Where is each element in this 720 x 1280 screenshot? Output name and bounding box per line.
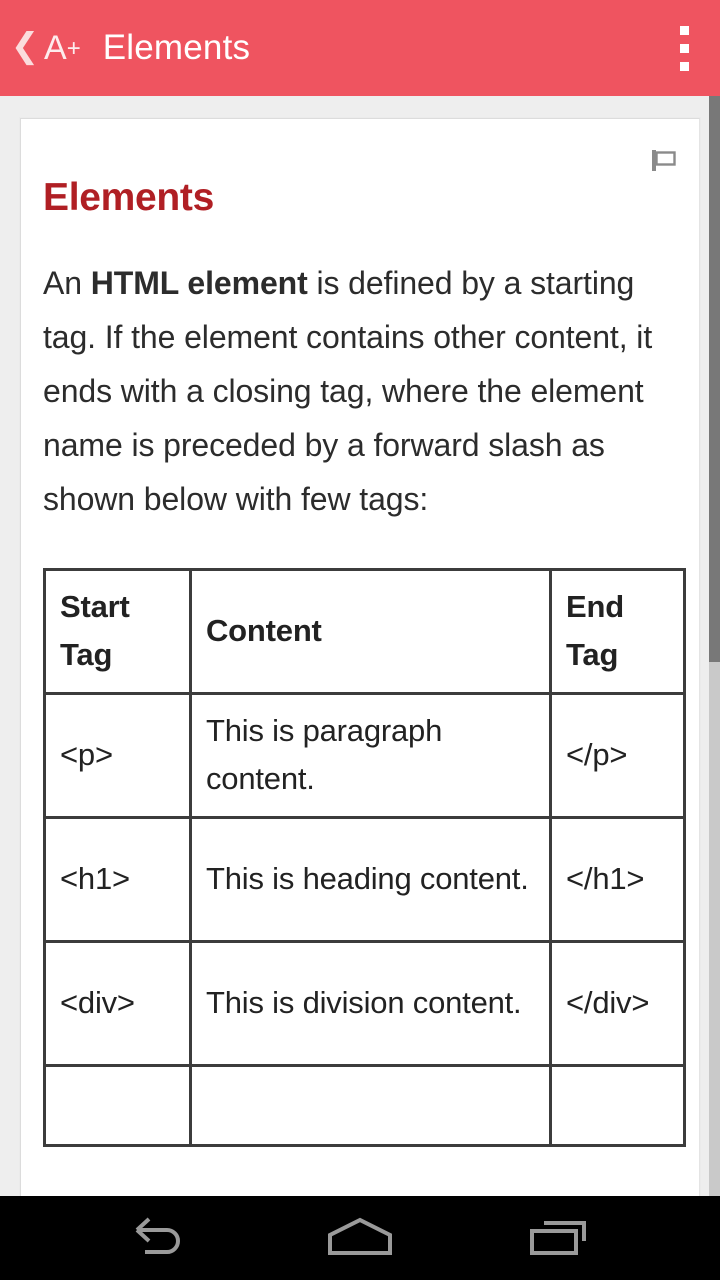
page-title: Elements — [102, 28, 251, 67]
vertical-scrollbar-track[interactable] — [709, 96, 720, 1196]
article-body: Elements An HTML element is defined by a… — [21, 119, 699, 1147]
paragraph-rest: is defined by a starting tag. If the ele… — [43, 264, 653, 517]
cell-start-tag — [43, 1063, 192, 1147]
font-size-button[interactable]: A+ — [44, 29, 81, 68]
table-header-end-tag: End Tag — [549, 567, 686, 695]
table-header-start-tag: Start Tag — [43, 567, 192, 695]
table-header-row: Start Tag Content End Tag — [43, 567, 686, 695]
back-chevron-icon[interactable]: ❮ — [8, 29, 42, 67]
nav-home-icon[interactable] — [300, 1196, 420, 1280]
system-navigation-bar — [0, 1196, 720, 1280]
cell-content: This is division content. — [189, 939, 552, 1067]
table-row: <h1> This is heading content. </h1> — [43, 815, 686, 943]
overflow-dot-2 — [679, 43, 689, 53]
article-card: Elements An HTML element is defined by a… — [20, 118, 700, 1196]
paragraph-bold-term: HTML element — [90, 264, 308, 301]
cell-content — [189, 1063, 552, 1147]
article-heading: Elements — [43, 176, 215, 219]
overflow-dot-1 — [679, 25, 689, 35]
cell-end-tag — [549, 1063, 686, 1147]
table-row: <div> This is division content. </div> — [43, 939, 686, 1067]
tags-table-head: Start Tag Content End Tag — [43, 567, 686, 695]
cell-start-tag: <h1> — [43, 815, 192, 943]
article-paragraph: An HTML element is defined by a starting… — [43, 256, 677, 526]
table-row — [43, 1063, 686, 1147]
nav-back-icon[interactable] — [100, 1196, 220, 1280]
app-bar: ❮ A+ Elements — [0, 0, 720, 96]
overflow-menu-icon[interactable] — [670, 11, 698, 85]
cell-content: This is heading content. — [189, 815, 552, 943]
tags-table-body: <p> This is paragraph content. </p> <h1>… — [43, 691, 686, 1147]
flag-icon[interactable] — [647, 143, 681, 177]
font-size-plus-label: + — [66, 34, 81, 62]
cell-start-tag: <div> — [43, 939, 192, 1067]
cell-end-tag: </h1> — [549, 815, 686, 943]
cell-end-tag: </div> — [549, 939, 686, 1067]
paragraph-lead: An — [43, 264, 91, 301]
vertical-scrollbar-thumb[interactable] — [709, 96, 720, 662]
tags-table: Start Tag Content End Tag <p> This is pa… — [43, 567, 686, 1147]
cell-start-tag: <p> — [43, 691, 192, 819]
cell-end-tag: </p> — [549, 691, 686, 819]
app-root: ❮ A+ Elements Elements An HTML element i… — [0, 0, 720, 1280]
table-header-content: Content — [189, 567, 552, 695]
font-size-label: A — [44, 28, 67, 67]
cell-content: This is paragraph content. — [189, 691, 552, 819]
nav-recents-icon[interactable] — [500, 1196, 620, 1280]
content-scroll-area[interactable]: Elements An HTML element is defined by a… — [0, 96, 720, 1196]
table-row: <p> This is paragraph content. </p> — [43, 691, 686, 819]
overflow-dot-3 — [679, 61, 689, 71]
